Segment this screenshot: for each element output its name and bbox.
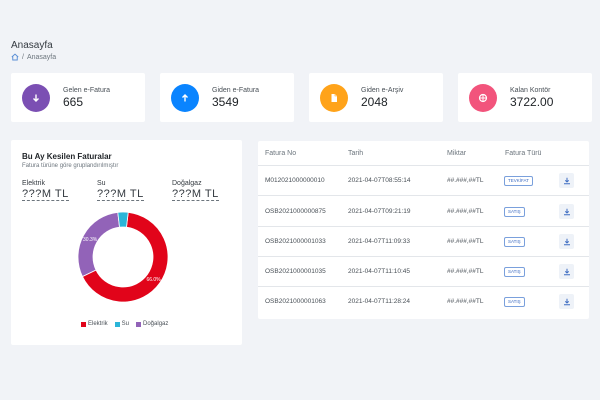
stat-icon-circle [469, 83, 497, 112]
column-header-amount[interactable]: Miktar [447, 150, 466, 157]
donut-slice-doğalgaz[interactable] [77, 211, 120, 278]
stat-icon-circle [171, 83, 199, 112]
table-row[interactable]: OSB2021000001035 2021-04-07T11:10:45 ##.… [258, 257, 589, 287]
category-value: ???M TL [22, 188, 69, 201]
download-icon [563, 238, 570, 245]
invoice-table: Fatura No Tarih Miktar Fatura Türü M0120… [258, 141, 589, 319]
legend-item[interactable]: Su [114, 321, 130, 327]
arrow-up-icon [182, 93, 188, 101]
cell-amount: ##.###,##TL [447, 208, 484, 215]
legend-swatch [114, 321, 120, 327]
table-row[interactable]: OSB2021000001063 2021-04-07T11:28:24 ##.… [258, 287, 589, 317]
stat-value: 2048 [361, 94, 388, 109]
cell-date: 2021-04-07T09:21:19 [348, 208, 411, 215]
download-icon [563, 268, 570, 275]
category-label: Su [97, 180, 106, 187]
stat-value: 3549 [212, 94, 239, 109]
cell-amount: ##.###,##TL [447, 268, 484, 275]
page-title: Anasayfa [11, 40, 53, 51]
stat-label: Kalan Kontör [510, 86, 551, 94]
invoice-type-badge: SATIŞ [504, 297, 525, 307]
cell-invoice-no: OSB2021000000875 [265, 208, 326, 215]
category-label: Doğalgaz [172, 180, 202, 187]
target-icon [478, 93, 488, 102]
chart-subtitle: Fatura türüne göre gruplandırılmıştır [22, 163, 119, 169]
stat-card-outgoing-invoice[interactable]: Giden e-Fatura 3549 [160, 73, 294, 122]
download-button[interactable] [559, 204, 574, 219]
category-gas: Doğalgaz ???M TL [172, 180, 219, 201]
invoice-type-badge: SATIŞ [504, 267, 525, 277]
cell-invoice-no: M012021000000010 [265, 177, 325, 184]
stat-card-incoming-invoice[interactable]: Gelen e-Fatura 665 [11, 73, 145, 122]
stat-card-outgoing-archive[interactable]: Giden e-Arşiv 2048 [309, 73, 443, 122]
stat-label: Giden e-Fatura [212, 86, 260, 94]
donut-data-label: 66.0% [146, 277, 161, 283]
category-water: Su ???M TL [97, 180, 144, 201]
legend-swatch [81, 321, 86, 327]
cell-date: 2021-04-07T11:09:33 [348, 238, 411, 245]
legend-swatch [136, 321, 142, 327]
donut-chart[interactable]: 66.0% 30.3% [61, 210, 191, 310]
document-icon [331, 93, 337, 102]
breadcrumb-separator: / [22, 53, 24, 61]
invoice-type-badge: SATIŞ [504, 237, 525, 247]
cell-invoice-no: OSB2021000001033 [265, 238, 326, 245]
download-button[interactable] [559, 264, 574, 279]
donut-slice-su[interactable] [117, 211, 129, 228]
download-icon [563, 298, 570, 305]
arrow-down-icon [33, 94, 39, 102]
download-button[interactable] [559, 173, 574, 188]
table-row[interactable]: OSB2021000000875 2021-04-07T09:21:19 ##.… [258, 197, 589, 227]
chart-legend: Elektrik Su Doğalgaz [81, 321, 168, 327]
invoice-type-badge: TEVKİFAT [504, 176, 533, 186]
cell-date: 2021-04-07T08:55:14 [348, 177, 411, 184]
category-value: ???M TL [172, 188, 219, 201]
home-icon[interactable] [11, 53, 19, 61]
category-label: Elektrik [22, 180, 45, 187]
cell-amount: ##.###,##TL [447, 298, 484, 305]
download-icon [563, 208, 570, 215]
legend-item[interactable]: Elektrik [81, 321, 108, 327]
chart-title: Bu Ay Kesilen Faturalar [22, 152, 112, 161]
category-value: ???M TL [97, 188, 144, 201]
breadcrumb: / Anasayfa [11, 53, 56, 61]
stat-label: Giden e-Arşiv [361, 86, 404, 94]
legend-item[interactable]: Doğalgaz [136, 321, 168, 327]
cell-invoice-no: OSB2021000001035 [265, 268, 326, 275]
table-row[interactable]: OSB2021000001033 2021-04-07T11:09:33 ##.… [258, 227, 589, 257]
download-button[interactable] [559, 294, 574, 309]
column-header-date[interactable]: Tarih [348, 150, 363, 157]
legend-label: Su [121, 321, 130, 327]
category-electricity: Elektrik ???M TL [22, 180, 69, 201]
cell-amount: ##.###,##TL [447, 177, 484, 184]
stat-card-remaining-credit[interactable]: Kalan Kontör 3722.00 [458, 73, 592, 122]
invoice-type-badge: SATIŞ [504, 207, 525, 217]
column-header-invoice-no[interactable]: Fatura No [265, 150, 296, 157]
table-row[interactable]: M012021000000010 2021-04-07T08:55:14 ##.… [258, 166, 589, 196]
legend-label: Doğalgaz [143, 321, 169, 327]
stat-value: 665 [63, 94, 84, 109]
cell-invoice-no: OSB2021000001063 [265, 298, 326, 305]
column-header-type[interactable]: Fatura Türü [505, 150, 541, 157]
download-button[interactable] [559, 234, 574, 249]
legend-label: Elektrik [88, 321, 108, 327]
donut-data-label: 30.3% [83, 237, 98, 243]
cell-amount: ##.###,##TL [447, 238, 484, 245]
stat-value: 3722.00 [510, 94, 554, 109]
breadcrumb-current[interactable]: Anasayfa [27, 54, 56, 61]
cell-date: 2021-04-07T11:10:45 [348, 268, 411, 275]
stat-icon-circle [22, 83, 50, 112]
stat-label: Gelen e-Fatura [63, 86, 111, 94]
monthly-invoices-card: Bu Ay Kesilen Faturalar Fatura türüne gö… [11, 140, 242, 345]
download-icon [563, 177, 570, 184]
cell-date: 2021-04-07T11:28:24 [348, 298, 411, 305]
stat-icon-circle [320, 83, 348, 112]
